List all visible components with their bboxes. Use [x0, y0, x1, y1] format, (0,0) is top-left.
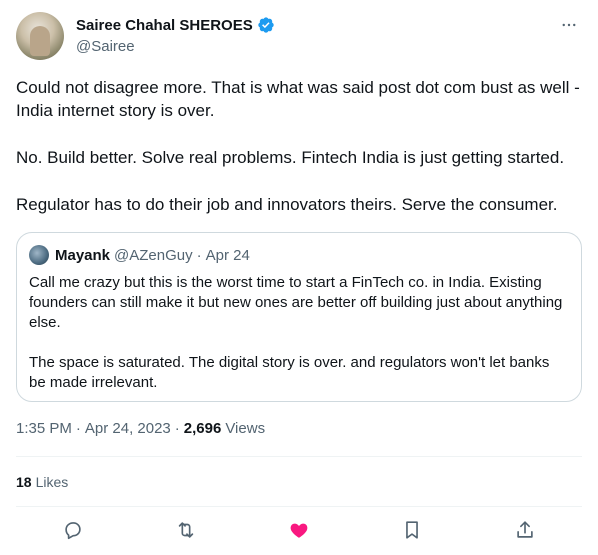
quote-author-name[interactable]: Mayank	[55, 247, 110, 264]
tweet-text: Could not disagree more. That is what wa…	[16, 76, 586, 240]
meta-separator: ·	[75, 420, 81, 437]
tweet-meta: 1:35 PM · Apr 24, 2023 · 2,696 Views	[16, 420, 265, 437]
divider	[16, 506, 582, 507]
author-avatar[interactable]	[16, 12, 64, 60]
quote-paragraph: The space is saturated. The digital stor…	[29, 354, 550, 391]
likes-summary[interactable]: 18 Likes	[16, 474, 68, 490]
quote-header: Mayank @AZenGuy · Apr 24	[29, 245, 569, 265]
quote-text: Call me crazy but this is the worst time…	[29, 273, 569, 393]
tweet-date[interactable]: Apr 24, 2023	[85, 420, 171, 437]
divider	[16, 456, 582, 457]
likes-count: 18	[16, 474, 32, 490]
tweet-paragraph: Regulator has to do their job and innova…	[16, 195, 558, 214]
retweet-icon[interactable]	[169, 513, 203, 547]
more-icon[interactable]	[558, 14, 580, 36]
tweet-paragraph: Could not disagree more. That is what wa…	[16, 78, 580, 120]
author-handle[interactable]: @Sairee	[76, 38, 135, 55]
quote-date[interactable]: Apr 24	[206, 247, 250, 264]
heart-icon[interactable]	[282, 513, 316, 547]
likes-label: Likes	[35, 474, 69, 490]
quote-separator: ·	[196, 246, 202, 264]
quote-author-handle[interactable]: @AZenGuy	[114, 247, 193, 264]
views-count: 2,696	[183, 420, 222, 437]
share-icon[interactable]	[508, 513, 542, 547]
author-display-name[interactable]: Sairee Chahal SHEROES	[76, 17, 253, 34]
tweet-time[interactable]: 1:35 PM	[16, 420, 72, 437]
action-bar	[16, 512, 582, 548]
verified-badge-icon	[257, 16, 275, 34]
reply-icon[interactable]	[56, 513, 90, 547]
quote-avatar[interactable]	[29, 245, 49, 265]
quote-paragraph: Call me crazy but this is the worst time…	[29, 274, 563, 331]
meta-separator: ·	[174, 420, 180, 437]
quoted-tweet[interactable]: Mayank @AZenGuy · Apr 24 Call me crazy b…	[16, 232, 582, 402]
bookmark-icon[interactable]	[395, 513, 429, 547]
author-name-row: Sairee Chahal SHEROES	[76, 16, 275, 34]
tweet-paragraph: No. Build better. Solve real problems. F…	[16, 148, 565, 167]
views-label: Views	[225, 420, 266, 437]
